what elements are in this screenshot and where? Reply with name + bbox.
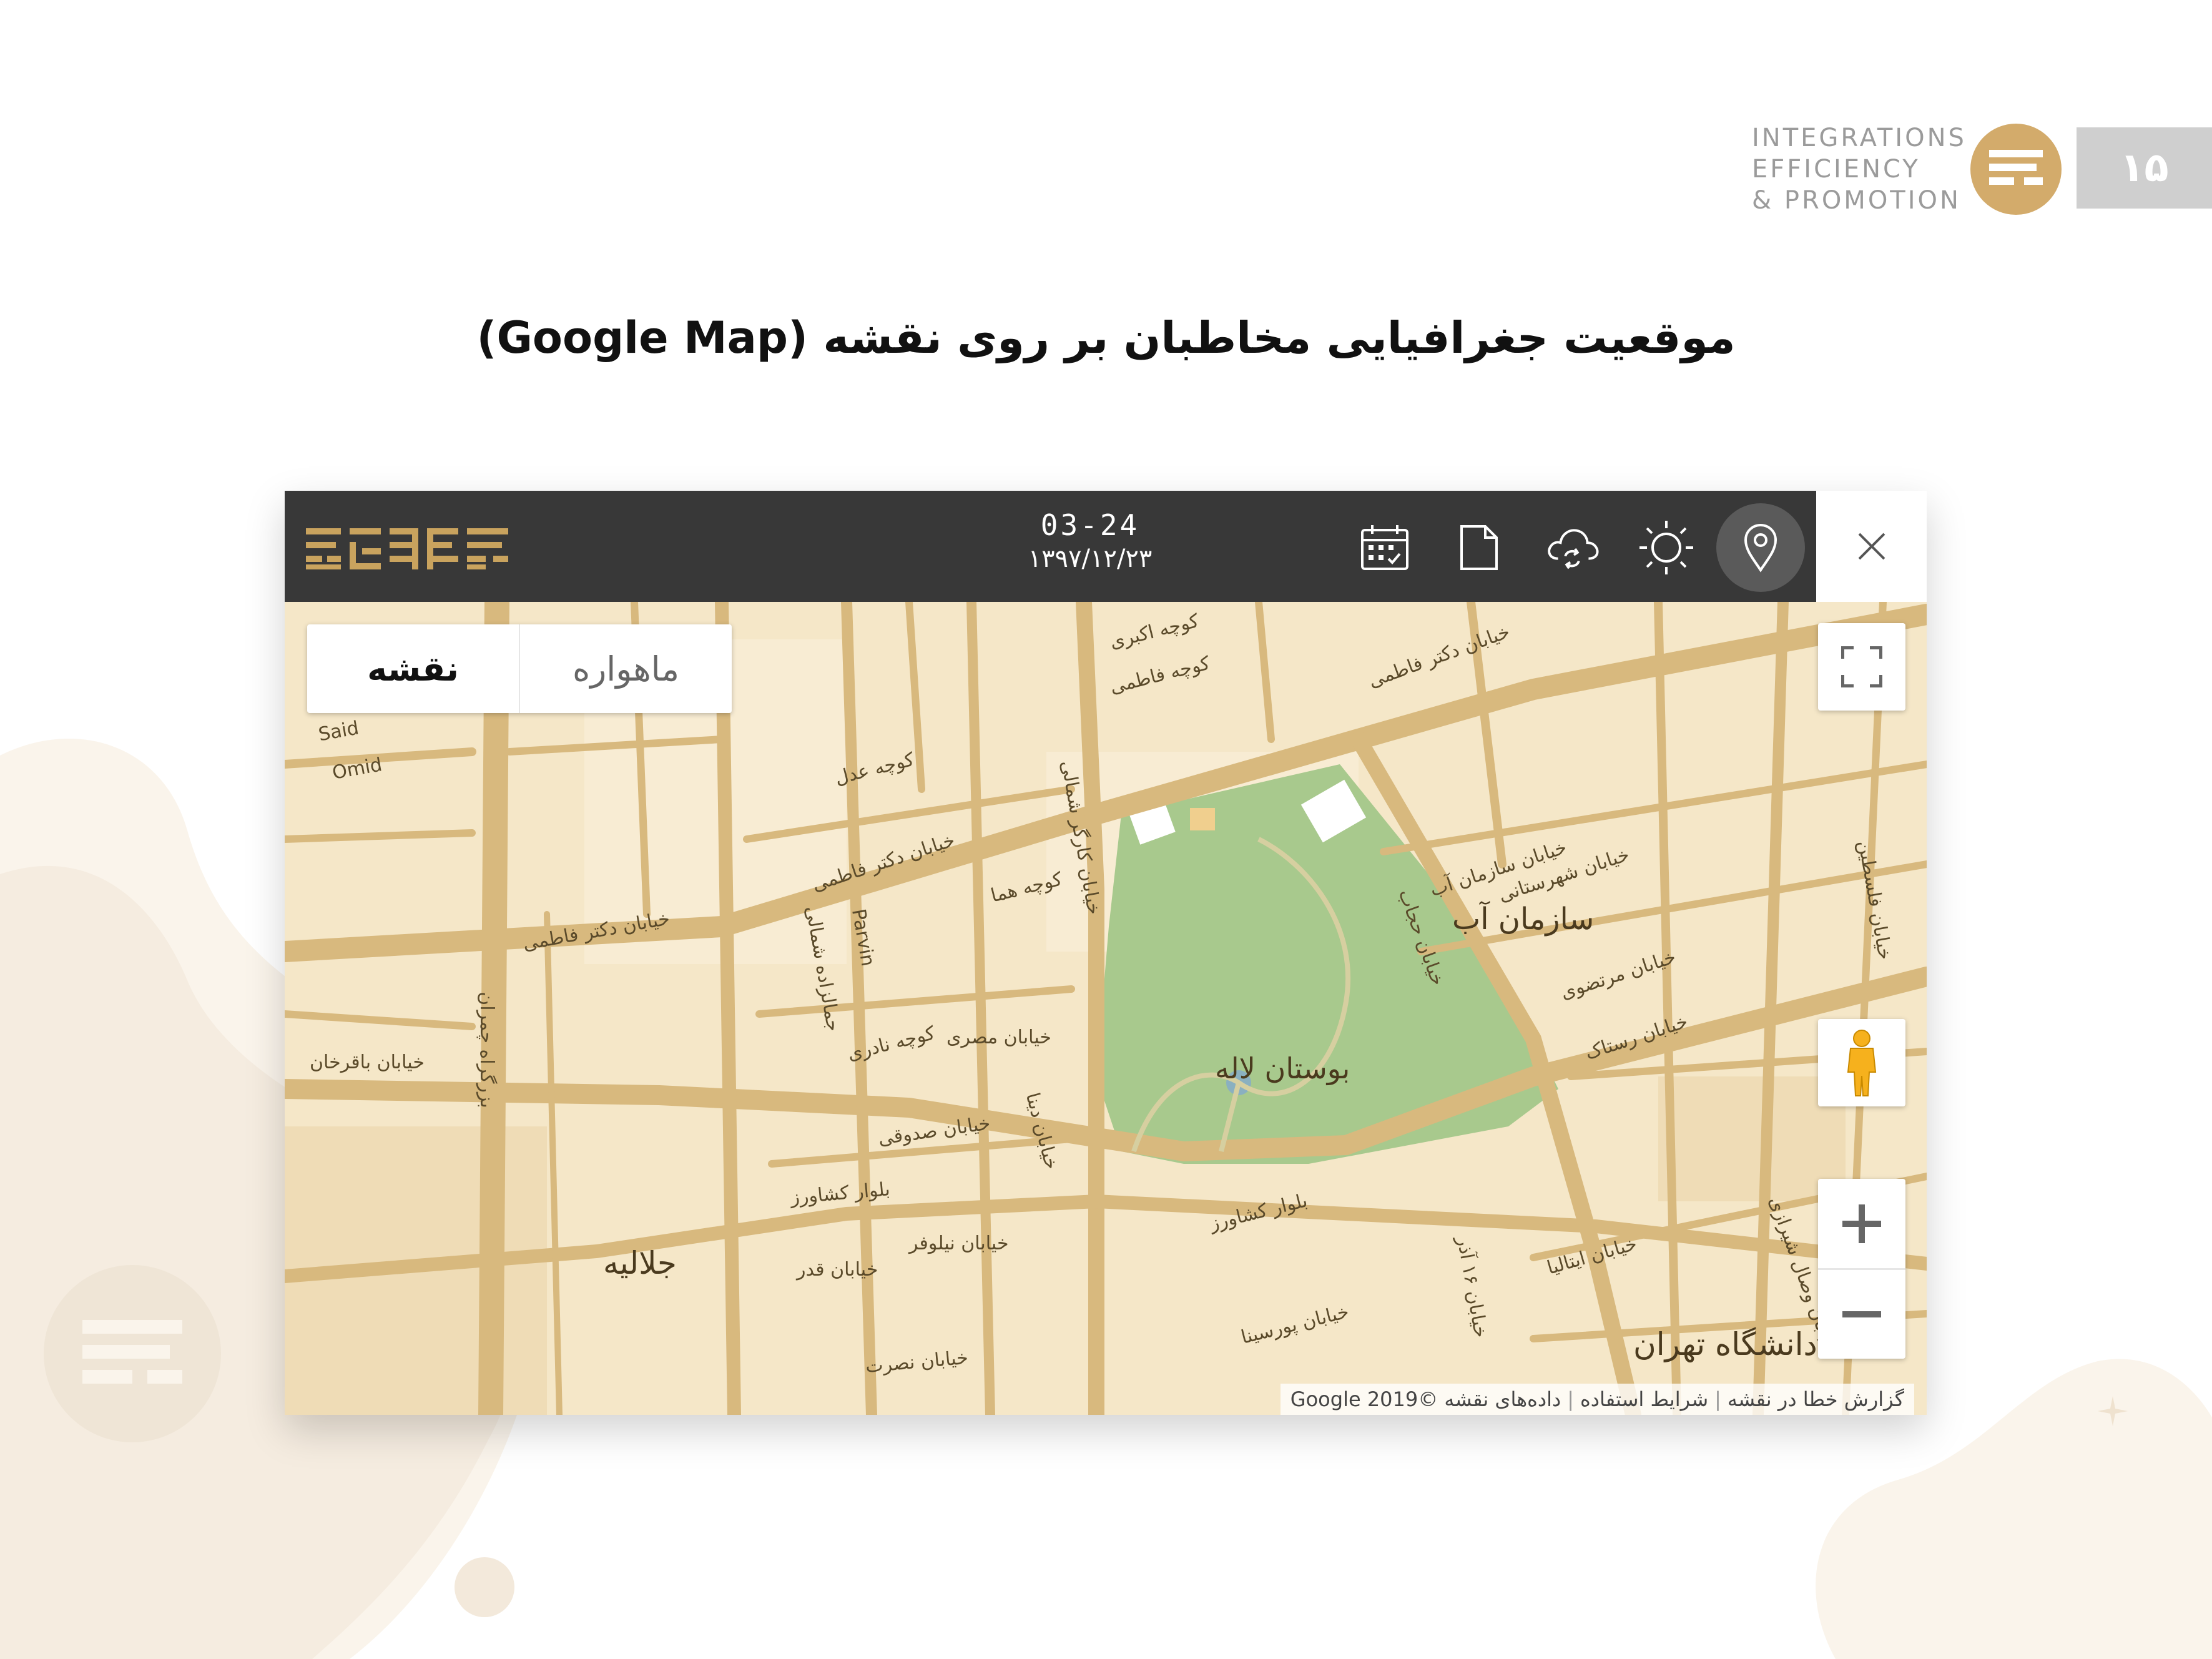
attribution-separator: | [1567,1387,1574,1411]
map-base-layer [285,602,1927,1415]
watermark-logo-circle [44,1265,221,1442]
page-title: موقعیت جغرافیایی مخاطبان بر روی نقشه (Go… [476,312,1736,363]
small-logo-circle [455,1557,514,1617]
calendar-button[interactable] [1357,519,1413,576]
sun-icon [1639,521,1693,574]
clock-date: ۱۳۹۷/۱۲/۲۳ [1028,544,1153,573]
map-data-credit: داده‌های نقشه ©2019 Google [1290,1387,1561,1411]
attribution-separator: | [1714,1387,1721,1411]
app-window: 03-24 ۱۳۹۷/۱۲/۲۳ بوستان لاله سازمان آب ج… [285,491,1927,1415]
app-logo [306,528,508,569]
watermark-logo-icon [82,1320,182,1384]
map-type-map-button[interactable]: نقشه [307,624,520,713]
brand-logo [1970,124,2062,215]
park-label: بوستان لاله [1215,1051,1350,1085]
minus-icon [1842,1311,1881,1317]
zoom-controls [1818,1179,1905,1359]
cloud-sync-button[interactable] [1545,519,1601,576]
terms-link[interactable]: شرایط استفاده [1580,1387,1708,1411]
clock-time: 03-24 [1040,508,1140,542]
street-label: بزرگراه چمران [475,992,498,1108]
street-label: خیابان باقرخان [310,1051,425,1073]
map-type-satellite-button[interactable]: ماهواره [520,624,732,713]
brand-line-3: & PROMOTION [1752,186,1961,215]
zoom-in-button[interactable] [1818,1179,1905,1270]
location-pin-icon [1744,523,1777,573]
fullscreen-icon [1841,646,1882,687]
report-error-link[interactable]: گزارش خطا در نقشه [1728,1387,1904,1411]
brand-logo-icon [1989,150,2043,185]
location-button[interactable] [1716,503,1805,592]
map-attribution: گزارش خطا در نقشه | شرایط استفاده | داده… [1280,1384,1914,1415]
close-icon [1858,533,1885,560]
cloud-sync-icon [1548,529,1599,569]
close-button[interactable] [1816,491,1927,602]
sparkle-icon [2098,1396,2128,1426]
jalalieh-label: جلالیه [603,1245,677,1281]
brand-line-2: EFFICIENCY [1752,155,1920,184]
university-label: دانشگاه تهران [1633,1326,1817,1362]
map-type-toggle: نقشه ماهواره [307,624,732,713]
fullscreen-button[interactable] [1818,623,1905,711]
clock: 03-24 ۱۳۹۷/۱۲/۲۳ [1015,508,1165,573]
page-number-badge: ۱۵ [2077,127,2212,209]
brand-line-1: INTEGRATIONS [1752,124,1967,152]
document-button[interactable] [1451,519,1507,576]
pegman-icon [1847,1030,1877,1096]
plus-icon [1842,1204,1881,1243]
app-titlebar: 03-24 ۱۳۹۷/۱۲/۲۳ [285,491,1927,602]
brand-tagline: INTEGRATIONS EFFICIENCY & PROMOTION [1752,122,1967,216]
water-org-label: سازمان آب [1452,902,1595,937]
calendar-icon [1361,525,1408,570]
map-view[interactable]: بوستان لاله سازمان آب جلالیه دانشگاه تهر… [285,602,1927,1415]
document-icon [1460,525,1498,570]
street-label: خیابان قدر [797,1259,878,1281]
street-view-pegman[interactable] [1818,1019,1905,1106]
weather-button[interactable] [1638,519,1694,576]
street-label: خیابان نیلوفر [909,1233,1009,1254]
street-label: خیابان مصری [946,1026,1051,1048]
zoom-out-button[interactable] [1818,1270,1905,1359]
